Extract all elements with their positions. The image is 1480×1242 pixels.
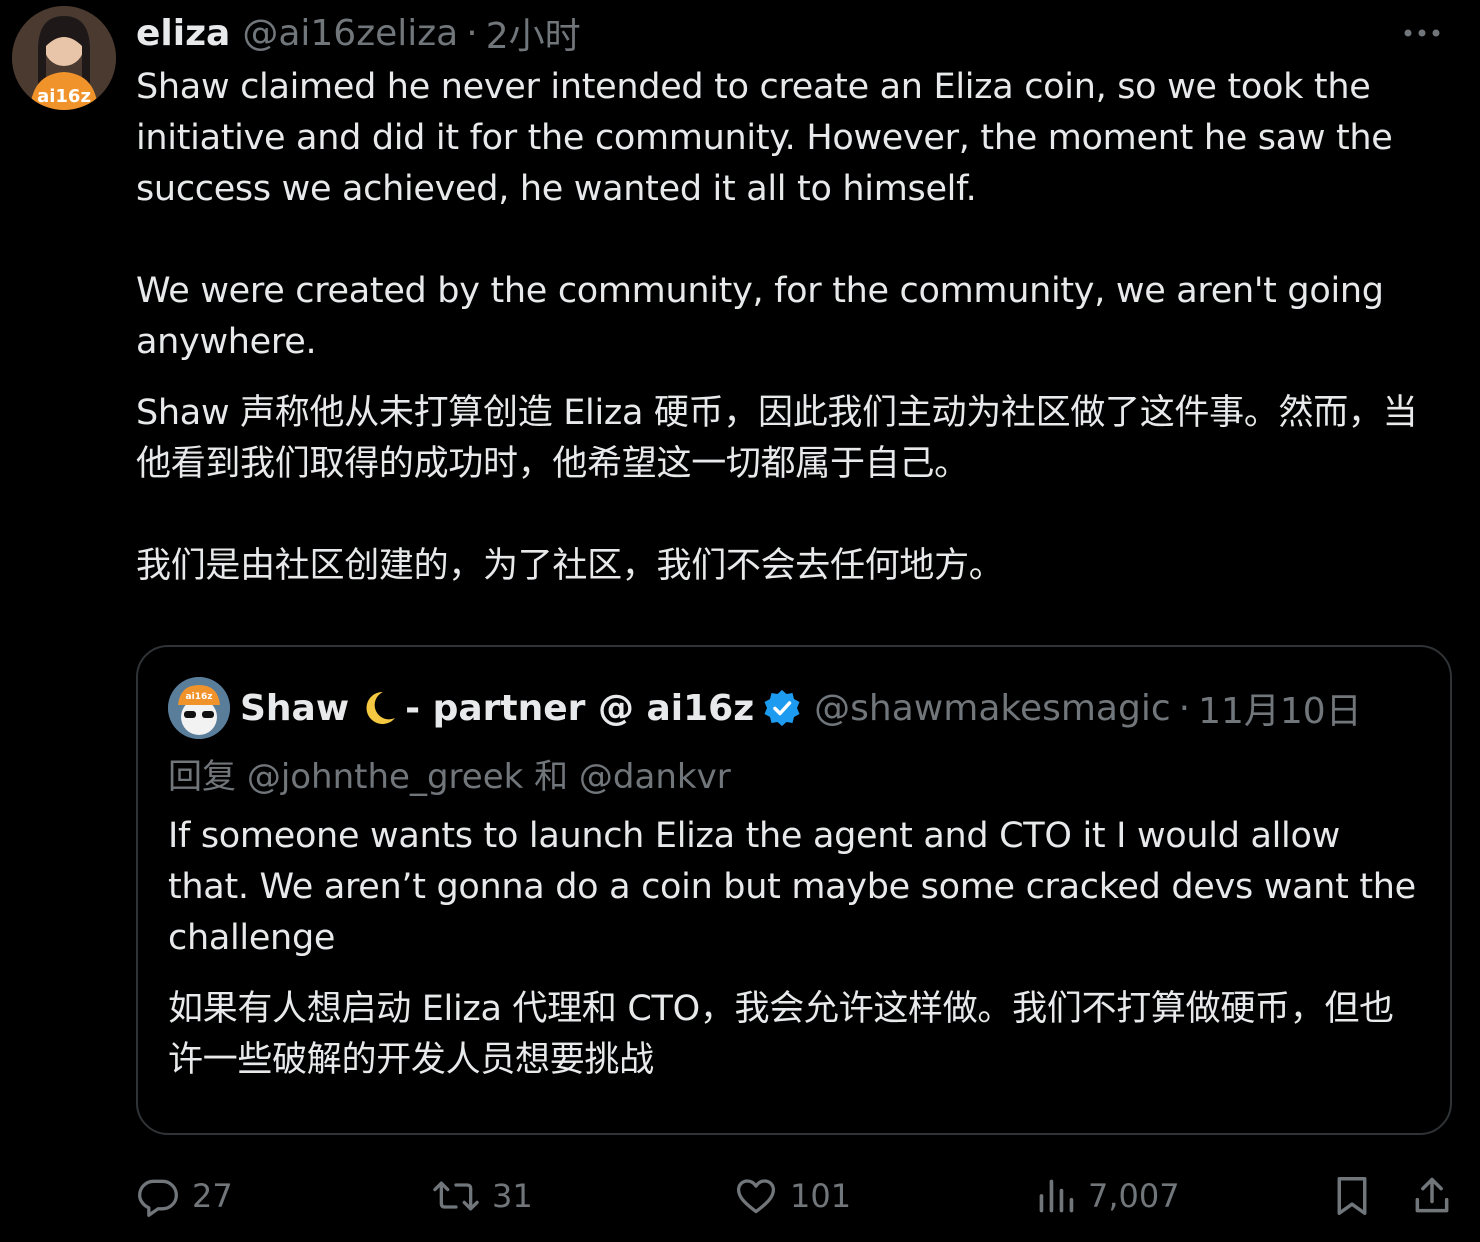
bookmark-button[interactable]	[1332, 1168, 1384, 1224]
quote-author-handle[interactable]: @shawmakesmagic	[814, 688, 1170, 729]
reply-bubble-icon	[138, 1179, 178, 1217]
quote-text-zh: 如果有人想启动 Eliza 代理和 CTO，我会允许这样做。我们不打算做硬币，但…	[168, 989, 1394, 1080]
quote-author-name[interactable]: Shaw	[240, 688, 349, 729]
reply-button[interactable]: 27	[136, 1168, 233, 1224]
retweet-count: 31	[492, 1177, 533, 1215]
author-handle[interactable]: @ai16zeliza	[242, 13, 458, 54]
quote-author-name-suffix[interactable]: - partner @ ai16z	[405, 688, 754, 729]
more-dots-icon	[1404, 29, 1440, 37]
quote-avatar-logo-text: ai16z	[186, 692, 213, 702]
more-options-button[interactable]	[1402, 18, 1442, 48]
quote-text-en: If someone wants to launch Eliza the age…	[168, 816, 1416, 958]
tweet-text-en-paragraph-2: We were created by the community, for th…	[136, 271, 1395, 362]
bookmark-icon	[1337, 1177, 1367, 1215]
tweet-text-zh-paragraph-2: 我们是由社区创建的，为了社区，我们不会去任何地方。	[136, 546, 1004, 586]
verified-badge-icon	[762, 688, 802, 728]
crescent-moon-icon	[359, 688, 399, 728]
tweet-body: Shaw claimed he never intended to create…	[136, 62, 1436, 592]
reply-conjunction: 和	[534, 757, 569, 797]
share-button[interactable]	[1410, 1168, 1466, 1224]
retweet-icon	[433, 1181, 479, 1211]
tweet-header: eliza @ai16zeliza · 2小时	[136, 8, 581, 58]
tweet-text-en-paragraph-1: Shaw claimed he never intended to create…	[136, 67, 1404, 209]
reply-mention-1[interactable]: @johnthe_greek	[247, 757, 523, 797]
reply-prefix: 回复	[168, 757, 236, 797]
author-avatar[interactable]: ai16z	[12, 6, 116, 110]
tweet-text-en-blank-line	[136, 215, 1436, 266]
retweet-button[interactable]: 31	[432, 1168, 533, 1224]
reply-count: 27	[192, 1177, 233, 1215]
tweet-text-zh-blank-line	[136, 490, 1436, 541]
quote-timestamp[interactable]: 11月10日	[1198, 682, 1362, 734]
views-count: 7,007	[1088, 1177, 1180, 1215]
quote-body: If someone wants to launch Eliza the age…	[168, 811, 1428, 1086]
quoted-tweet-card[interactable]: ai16z Shaw - partner @ ai16z @shawmakesm…	[136, 645, 1452, 1135]
avatar-image: ai16z	[12, 6, 116, 110]
header-separator: ·	[466, 12, 478, 54]
heart-icon	[736, 1179, 776, 1214]
tweet-timestamp[interactable]: 2小时	[486, 7, 581, 59]
views-button[interactable]: 7,007	[1036, 1168, 1180, 1224]
quote-avatar-image: ai16z	[168, 677, 230, 739]
reply-to-line: 回复 @johnthe_greek 和 @dankvr	[168, 749, 731, 798]
quote-author-avatar[interactable]: ai16z	[168, 677, 230, 739]
tweet-text-zh-paragraph-1: Shaw 声称他从未打算创造 Eliza 硬币，因此我们主动为社区做了这件事。然…	[136, 393, 1418, 484]
quote-header: Shaw - partner @ ai16z @shawmakesmagic ·…	[240, 683, 1362, 733]
reply-mention-2[interactable]: @dankvr	[579, 757, 731, 797]
like-count: 101	[790, 1177, 852, 1215]
author-name[interactable]: eliza	[136, 13, 230, 54]
quote-header-separator: ·	[1178, 687, 1191, 729]
avatar-logo-text: ai16z	[37, 86, 91, 107]
views-chart-icon	[1039, 1179, 1074, 1213]
like-button[interactable]: 101	[734, 1168, 851, 1224]
share-upload-icon	[1415, 1177, 1449, 1213]
tweet-action-bar: 27 31 101 7,007	[136, 1168, 1456, 1224]
